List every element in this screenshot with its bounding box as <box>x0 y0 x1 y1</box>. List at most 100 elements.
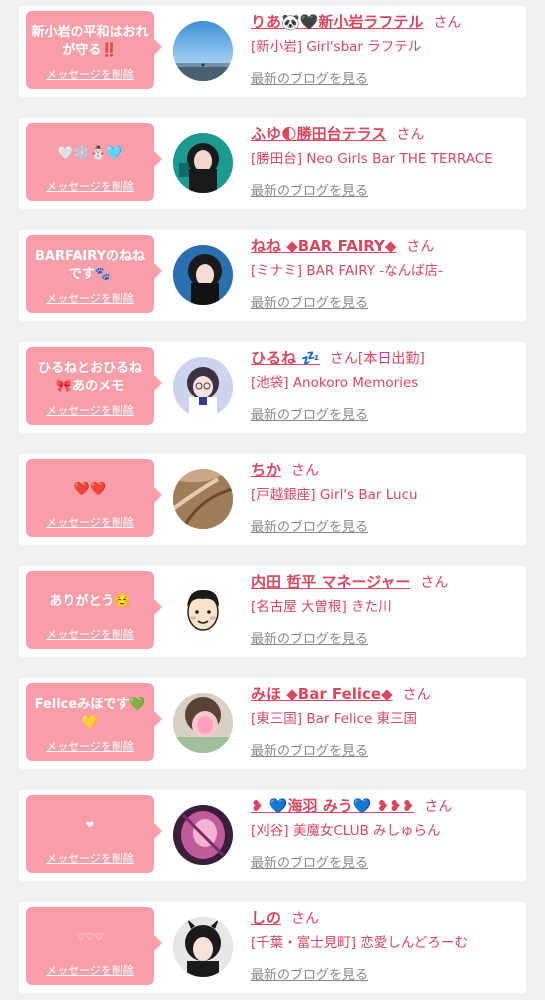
profile-name-link[interactable]: ねね ◆BAR FAIRY◆ <box>251 237 396 255</box>
avatar-hair-brown[interactable] <box>173 469 233 529</box>
name-line: ひるね 💤 さん[本日出勤] <box>251 348 523 369</box>
delete-message-link[interactable]: メッセージを削除 <box>46 514 134 530</box>
message-text: Feliceみほです💚💛 <box>34 696 146 730</box>
favorite-card: ありがとう☺️ メッセージを削除 内田 哲平 マネージャー さん [名古屋 大曽根… <box>19 566 526 657</box>
delete-message-link[interactable]: メッセージを削除 <box>46 290 134 306</box>
profile-name-link[interactable]: みほ ◆Bar Felice◆ <box>251 685 393 703</box>
delete-message-link[interactable]: メッセージを削除 <box>46 626 134 642</box>
shop-name: [新小岩] Girl'sbar ラフテル <box>251 39 422 55</box>
honorific: さん <box>420 575 449 591</box>
message-text: ❤ <box>85 819 95 831</box>
honorific: さん <box>396 127 425 143</box>
message-bubble: ひるねとおひるね🎀あのメモ メッセージを削除 <box>26 347 162 425</box>
message-text: ありがとう☺️ <box>49 593 131 609</box>
message-text: ❤️❤️ <box>73 481 107 497</box>
delete-message-link[interactable]: メッセージを削除 <box>46 738 134 754</box>
avatar-girl-dark-hair[interactable] <box>173 917 233 977</box>
latest-blog-link[interactable]: 最新のブログを見る <box>251 180 368 199</box>
profile-name-link[interactable]: ひるね 💤 <box>251 349 320 367</box>
shop-name: [東三国] Bar Felice 東三国 <box>251 711 418 727</box>
favorite-card: 新小岩の平和はおれが守る‼️ メッセージを削除 りあ🐼🖤新小岩ラフテル さん [新… <box>19 6 526 97</box>
honorific: さん <box>402 687 431 703</box>
profile-name-link[interactable]: ふゆ🌓勝田台テラス <box>251 125 386 143</box>
favorite-card: 🤍❄️⛄️🩵 メッセージを削除 ふゆ🌓勝田台テラス さん [勝田台] Neo Gi… <box>19 118 526 209</box>
message-bubble: ありがとう☺️ メッセージを削除 <box>26 571 162 649</box>
favorites-list: 新小岩の平和はおれが守る‼️ メッセージを削除 りあ🐼🖤新小岩ラフテル さん [新… <box>0 0 545 1000</box>
latest-blog-link[interactable]: 最新のブログを見る <box>251 68 368 87</box>
favorite-card: ひるねとおひるね🎀あのメモ メッセージを削除 ひるね 💤 さん[本日出勤] [池袋… <box>19 342 526 433</box>
latest-blog-link[interactable]: 最新のブログを見る <box>251 740 368 759</box>
favorite-card: ❤️❤️ メッセージを削除 ちか さん [戸越銀座] Girl's Bar Luc… <box>19 454 526 545</box>
shop-name: [刈谷] 美魔女CLUB みしゅらん <box>251 823 441 839</box>
honorific: さん <box>433 15 462 31</box>
honorific: さん <box>291 463 320 479</box>
honorific: さん <box>291 911 320 927</box>
profile-name-link[interactable]: ❥ 💙海羽 みう💙 ❥❥❥ <box>251 797 414 815</box>
message-text: ひるねとおひるね🎀あのメモ <box>37 360 142 394</box>
work-status: [本日出勤] <box>357 351 425 367</box>
profile-info: しの さん [千葉・富士見町] 恋愛しんどろーむ 最新のブログを見る <box>251 908 523 983</box>
honorific: さん <box>424 799 453 815</box>
delete-message-link[interactable]: メッセージを削除 <box>46 66 134 82</box>
profile-info: みほ ◆Bar Felice◆ さん [東三国] Bar Felice 東三国 最… <box>251 684 523 759</box>
message-bubble: ❤ メッセージを削除 <box>26 795 162 873</box>
profile-name-link[interactable]: しの <box>251 909 281 927</box>
delete-message-link[interactable]: メッセージを削除 <box>46 402 134 418</box>
honorific: さん <box>329 351 358 367</box>
avatar-sky-photo[interactable] <box>173 21 233 81</box>
message-text: BARFAIRYのねねです🐾 <box>35 248 145 282</box>
honorific: さん <box>406 239 435 255</box>
latest-blog-link[interactable]: 最新のブログを見る <box>251 628 368 647</box>
delete-message-link[interactable]: メッセージを削除 <box>46 850 134 866</box>
avatar-illustration-man[interactable] <box>173 581 233 641</box>
latest-blog-link[interactable]: 最新のブログを見る <box>251 404 368 423</box>
message-bubble: 🤍❄️⛄️🩵 メッセージを削除 <box>26 123 162 201</box>
favorite-card: Feliceみほです💚💛 メッセージを削除 みほ ◆Bar Felice◆ さん … <box>19 678 526 769</box>
latest-blog-link[interactable]: 最新のブログを見る <box>251 292 368 311</box>
shop-name: [名古屋 大曽根] きた川 <box>251 599 392 615</box>
shop-name: [戸越銀座] Girl's Bar Lucu <box>251 487 418 503</box>
favorite-card: BARFAIRYのねねです🐾 メッセージを削除 ねね ◆BAR FAIRY◆ さん… <box>19 230 526 321</box>
avatar-girl-teal[interactable] <box>173 133 233 193</box>
latest-blog-link[interactable]: 最新のブログを見る <box>251 852 368 871</box>
message-text: 新小岩の平和はおれが守る‼️ <box>31 24 149 58</box>
avatar-girl-pink-blur[interactable] <box>173 693 233 753</box>
name-line: ねね ◆BAR FAIRY◆ さん <box>251 236 523 257</box>
shop-name: [池袋] Anokoro Memories <box>251 375 419 391</box>
favorite-card: ❤ メッセージを削除 ❥ 💙海羽 みう💙 ❥❥❥ さん [刈谷] 美魔女CLUB … <box>19 790 526 881</box>
profile-info: りあ🐼🖤新小岩ラフテル さん [新小岩] Girl'sbar ラフテル 最新のブロ… <box>251 12 523 87</box>
delete-message-link[interactable]: メッセージを削除 <box>46 178 134 194</box>
name-line: ふゆ🌓勝田台テラス さん <box>251 124 523 145</box>
name-line: ちか さん <box>251 460 523 481</box>
delete-message-link[interactable]: メッセージを削除 <box>46 962 134 978</box>
latest-blog-link[interactable]: 最新のブログを見る <box>251 516 368 535</box>
shop-name: [ミナミ] BAR FAIRY -なんば店- <box>251 263 444 279</box>
profile-info: ふゆ🌓勝田台テラス さん [勝田台] Neo Girls Bar THE TERR… <box>251 124 523 199</box>
shop-name: [勝田台] Neo Girls Bar THE TERRACE <box>251 151 493 167</box>
message-bubble: ❤️❤️ メッセージを削除 <box>26 459 162 537</box>
avatar-girl-blue[interactable] <box>173 245 233 305</box>
name-line: しの さん <box>251 908 523 929</box>
message-bubble: ♡♡♡ メッセージを削除 <box>26 907 162 985</box>
name-line: ❥ 💙海羽 みう💙 ❥❥❥ さん <box>251 796 523 817</box>
profile-info: 内田 哲平 マネージャー さん [名古屋 大曽根] きた川 最新のブログを見る <box>251 572 523 647</box>
shop-name: [千葉・富士見町] 恋愛しんどろーむ <box>251 935 468 951</box>
profile-info: ねね ◆BAR FAIRY◆ さん [ミナミ] BAR FAIRY -なんば店- … <box>251 236 523 311</box>
profile-name-link[interactable]: ちか <box>251 461 281 479</box>
profile-info: ひるね 💤 さん[本日出勤] [池袋] Anokoro Memories 最新のブ… <box>251 348 523 423</box>
profile-info: ちか さん [戸越銀座] Girl's Bar Lucu 最新のブログを見る <box>251 460 523 535</box>
avatar-girl-lavender[interactable] <box>173 357 233 417</box>
message-bubble: BARFAIRYのねねです🐾 メッセージを削除 <box>26 235 162 313</box>
message-text: 🤍❄️⛄️🩵 <box>57 145 123 161</box>
latest-blog-link[interactable]: 最新のブログを見る <box>251 964 368 983</box>
message-text: ♡♡♡ <box>76 931 104 943</box>
profile-name-link[interactable]: 内田 哲平 マネージャー <box>251 573 410 591</box>
favorite-card: ♡♡♡ メッセージを削除 しの さん [千葉・富士見町] 恋愛しんどろーむ 最新の… <box>19 902 526 993</box>
name-line: りあ🐼🖤新小岩ラフテル さん <box>251 12 523 33</box>
profile-info: ❥ 💙海羽 みう💙 ❥❥❥ さん [刈谷] 美魔女CLUB みしゅらん 最新のブロ… <box>251 796 523 871</box>
name-line: 内田 哲平 マネージャー さん <box>251 572 523 593</box>
avatar-girl-purple-blur[interactable] <box>173 805 233 865</box>
message-bubble: 新小岩の平和はおれが守る‼️ メッセージを削除 <box>26 11 162 89</box>
name-line: みほ ◆Bar Felice◆ さん <box>251 684 523 705</box>
profile-name-link[interactable]: りあ🐼🖤新小岩ラフテル <box>251 13 423 31</box>
